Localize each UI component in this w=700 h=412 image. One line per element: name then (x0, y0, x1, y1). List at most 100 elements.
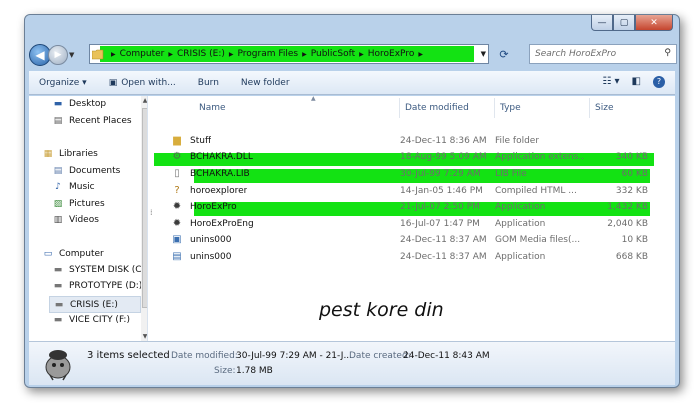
breadcrumb-computer[interactable]: Computer (120, 49, 165, 59)
table-row[interactable]: ✹ HoroExPro 21-Jul-07 2:50 PM Applicatio… (154, 201, 674, 217)
file-name: Stuff (190, 136, 212, 146)
file-size: 1,432 KB (607, 202, 648, 212)
view-options-icon[interactable]: ☷ ▾ (602, 76, 619, 88)
maximize-button[interactable]: ▢ (613, 15, 635, 31)
search-placeholder: Search HoroExPro (535, 49, 617, 59)
column-header-date[interactable]: Date modified (400, 98, 495, 118)
file-name: horoexplorer (190, 186, 248, 196)
burn-button[interactable]: Burn (198, 78, 219, 88)
computer-icon: ▭ (43, 249, 53, 259)
table-row[interactable]: ▯ BCHAKRA.LIB 30-Jul-99 7:29 AM LIB File… (154, 168, 674, 184)
recent-pages-dropdown[interactable]: ▼ (69, 51, 79, 59)
table-row[interactable]: ✹ HoroExProEng 16-Jul-07 1:47 PM Applica… (154, 218, 674, 234)
selected-count: 3 items selected (87, 350, 170, 361)
table-row[interactable]: ▤ unins000 24-Dec-11 8:37 AM Application… (154, 251, 674, 267)
burn-label: Burn (197, 77, 219, 88)
nav-drive-e-label: CRISIS (E:) (70, 299, 118, 310)
table-row[interactable]: ▆ Stuff 24-Dec-11 8:36 AM File folder (154, 135, 674, 151)
scrollbar-thumb[interactable] (142, 108, 147, 308)
nav-documents[interactable]: ▤ Documents (51, 166, 121, 176)
new-folder-button[interactable]: New folder (241, 78, 290, 88)
breadcrumb-separator-icon[interactable]: ▶ (359, 51, 364, 58)
search-box[interactable]: Search HoroExPro ⚲ (529, 44, 677, 64)
nav-videos[interactable]: ▥ Videos (51, 215, 99, 225)
nav-music[interactable]: ♪ Music (51, 182, 95, 192)
file-date: 24-Dec-11 8:37 AM (400, 235, 487, 245)
recent-places-icon: ▤ (53, 116, 63, 126)
open-with-icon: ▣ (108, 77, 118, 88)
dll-icon: ⚙ (172, 151, 182, 162)
file-size: 10 KB (621, 235, 648, 245)
table-row[interactable]: ▣ unins000 24-Dec-11 8:37 AM GOM Media f… (154, 234, 674, 250)
nav-recent-places[interactable]: ▤ Recent Places (51, 116, 132, 126)
file-date: 14-Jan-05 1:46 PM (400, 186, 483, 196)
file-type: GOM Media files(... (495, 235, 581, 245)
nav-libraries[interactable]: ▦ Libraries (41, 149, 98, 159)
date-modified-label: Date modified: (171, 351, 238, 361)
column-type-label: Type (500, 103, 521, 113)
column-header-size[interactable]: Size (590, 98, 650, 118)
help-icon[interactable]: ? (653, 76, 665, 88)
documents-icon: ▤ (53, 166, 63, 176)
media-file-icon: ▣ (172, 234, 182, 245)
breadcrumb-separator-icon[interactable]: ▶ (111, 51, 116, 58)
breadcrumb-separator-icon[interactable]: ▶ (302, 51, 307, 58)
nav-desktop[interactable]: ▬ Desktop (51, 99, 106, 109)
breadcrumb-separator-icon[interactable]: ▶ (229, 51, 234, 58)
pane-splitter-icon[interactable]: ⁞ (150, 208, 153, 217)
nav-drive-f-label: VICE CITY (F:) (69, 315, 130, 325)
size-label: Size: (214, 366, 236, 376)
folder-icon (92, 49, 104, 60)
close-button[interactable]: ✕ (635, 15, 673, 31)
breadcrumb-crisis-drive[interactable]: CRISIS (E:) (177, 49, 225, 59)
nav-drive-f[interactable]: ▬ VICE CITY (F:) (51, 315, 130, 325)
folder-icon: ▆ (173, 135, 181, 146)
help-file-icon: ? (174, 185, 180, 196)
refresh-button[interactable]: ⟳ (494, 45, 514, 63)
scroll-up-icon[interactable]: ▲ (141, 97, 147, 104)
nav-desktop-label: Desktop (69, 99, 107, 109)
open-with-button[interactable]: ▣ Open with... (109, 78, 176, 88)
column-header-name[interactable]: Name ▲ (194, 95, 400, 118)
file-size: 332 KB (615, 186, 648, 196)
search-icon[interactable]: ⚲ (664, 48, 671, 58)
file-type: Application (495, 219, 546, 229)
breadcrumb-separator-icon[interactable]: ▶ (418, 51, 423, 58)
nav-drive-c[interactable]: ▬ SYSTEM DISK (C:) (51, 265, 147, 275)
minimize-button[interactable]: — (591, 15, 613, 31)
refresh-icon: ⟳ (499, 47, 509, 61)
drive-icon: ▬ (53, 315, 63, 325)
file-type: Compiled HTML ... (495, 186, 577, 196)
breadcrumb: ▶ Computer ▶ CRISIS (E:) ▶ Program Files… (110, 49, 424, 59)
breadcrumb-publicsoft[interactable]: PublicSoft (311, 49, 355, 59)
app-icon: ✹ (172, 218, 182, 229)
nav-scrollbar[interactable]: ▲ ▼ (141, 96, 147, 341)
table-row[interactable]: ⚙ BCHAKRA.DLL 18-Aug-99 5:09 AM Applicat… (154, 151, 674, 167)
scroll-down-icon[interactable]: ▼ (141, 333, 147, 340)
lib-file-icon: ▯ (174, 168, 180, 179)
nav-music-label: Music (69, 182, 95, 192)
file-type: Application (495, 202, 546, 212)
file-date: 30-Jul-99 7:29 AM (400, 169, 481, 179)
breadcrumb-program-files[interactable]: Program Files (238, 49, 299, 59)
file-size: 340 KB (615, 152, 648, 162)
preview-pane-icon[interactable]: ◧ (632, 76, 641, 88)
breadcrumb-horoexpro[interactable]: HoroExPro (368, 49, 415, 59)
nav-drive-e[interactable]: ▬ CRISIS (E:) (49, 296, 141, 313)
address-dropdown-icon[interactable]: ▼ (481, 50, 486, 58)
address-bar[interactable]: ▶ Computer ▶ CRISIS (E:) ▶ Program Files… (89, 44, 489, 64)
forward-button[interactable]: ▶ (48, 45, 68, 65)
nav-pictures[interactable]: ▨ Pictures (51, 199, 105, 209)
file-name: BCHAKRA.DLL (190, 152, 253, 162)
table-row[interactable]: ? horoexplorer 14-Jan-05 1:46 PM Compile… (154, 185, 674, 201)
pictures-icon: ▨ (53, 199, 63, 209)
file-name: unins000 (190, 235, 232, 245)
nav-computer[interactable]: ▭ Computer (41, 249, 104, 259)
nav-libraries-label: Libraries (59, 149, 98, 159)
column-header-type[interactable]: Type (495, 98, 590, 118)
breadcrumb-separator-icon[interactable]: ▶ (168, 51, 173, 58)
nav-drive-d[interactable]: ▬ PROTOTYPE (D:) (51, 281, 143, 291)
organize-button[interactable]: Organize ▾ (39, 78, 87, 88)
title-bar[interactable]: — ▢ ✕ (25, 15, 679, 41)
explorer-window: — ▢ ✕ ◀ ▶ ▼ ▶ Computer ▶ CRISIS (E:) ▶ P… (24, 14, 680, 388)
